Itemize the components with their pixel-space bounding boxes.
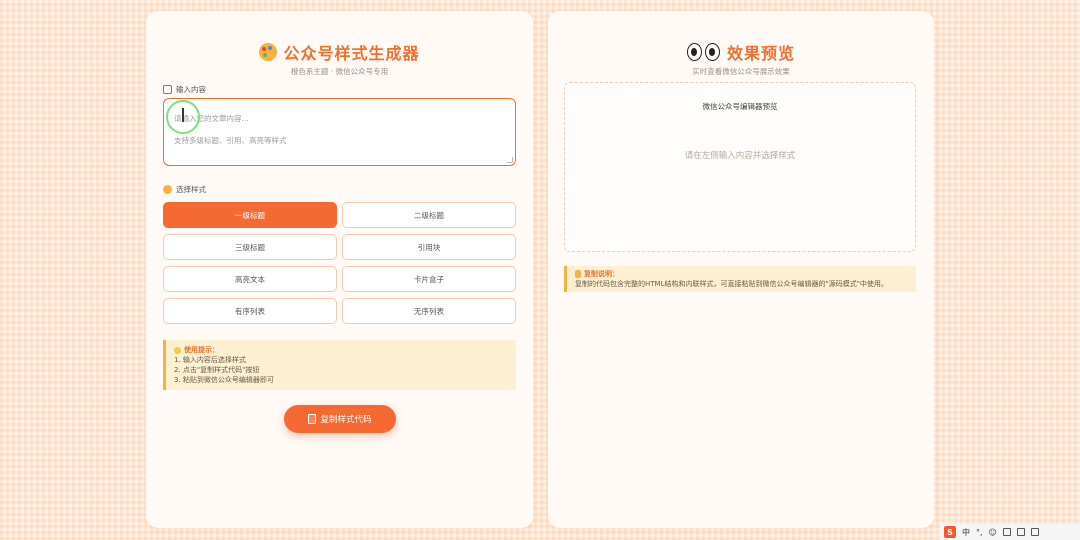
usage-tips: 使用提示： 1. 输入内容后选择样式 2. 点击"复制样式代码"按钮 3. 粘贴… (163, 340, 516, 390)
preview-area: 微信公众号编辑器预览 请在左侧输入内容并选择样式 (564, 82, 916, 252)
style-button-ordered-list[interactable]: 有序列表 (163, 298, 337, 324)
copy-code-label: 复制样式代码 (320, 415, 372, 425)
preview-header: 微信公众号编辑器预览 (702, 102, 778, 111)
style-button-highlight[interactable]: 高亮文本 (163, 266, 337, 292)
copy-info: 复制说明： 复制的代码包含完整的HTML结构和内联样式，可直接粘贴到微信公众号编… (564, 266, 916, 292)
preview-title-row: 效果预览 (548, 40, 934, 64)
info-title: 复制说明： (575, 269, 908, 279)
resize-grip-icon[interactable] (507, 157, 513, 163)
style-button-h2[interactable]: 二级标题 (342, 202, 516, 228)
system-tray: S 中 °, ☺ (940, 524, 1080, 540)
style-button-unordered-list[interactable]: 无序列表 (342, 298, 516, 324)
tips-title: 使用提示： (174, 345, 508, 355)
tip-line: 2. 点击"复制样式代码"按钮 (174, 366, 260, 374)
eye-left-icon (686, 43, 702, 61)
palette-icon (163, 185, 172, 194)
clipboard-icon (575, 270, 581, 278)
clipboard-icon (308, 414, 317, 424)
toolbox-icon[interactable] (1016, 528, 1025, 536)
style-button-card[interactable]: 卡片盒子 (342, 266, 516, 292)
generator-title-row: 公众号样式生成器 (146, 40, 533, 64)
tip-line: 1. 输入内容后选择样式 (174, 356, 246, 364)
palette-icon (259, 43, 278, 61)
placeholder-line-1: 请输入您的文章内容... (174, 114, 249, 123)
page-subtitle: 橙色系主题 · 微信公众号专用 (290, 67, 389, 76)
input-label-text: 输入内容 (176, 85, 206, 94)
content-input[interactable]: 请输入您的文章内容... 支持多级标题、引用、高亮等样式 (163, 98, 516, 166)
style-label-text: 选择样式 (176, 185, 206, 194)
style-label: 选择样式 (163, 184, 206, 195)
eyes-icon (686, 43, 721, 61)
keyboard-icon[interactable] (1002, 528, 1011, 536)
tip-line: 3. 粘贴到微信公众号编辑器即可 (174, 376, 274, 384)
style-button-h1[interactable]: 一级标题 (163, 202, 337, 228)
tips-title-text: 使用提示： (184, 346, 219, 354)
preview-hint: 请在左侧输入内容并选择样式 (684, 151, 796, 161)
eye-right-icon (704, 43, 720, 61)
grid-icon[interactable] (1030, 528, 1039, 536)
emoji-tray[interactable]: ☺ (989, 528, 997, 537)
style-button-quote[interactable]: 引用块 (342, 234, 516, 260)
memo-icon (163, 85, 172, 94)
sogou-ime-icon[interactable]: S (944, 526, 956, 538)
copy-code-button[interactable]: 复制样式代码 (284, 405, 396, 433)
style-button-h3[interactable]: 三级标题 (163, 234, 337, 260)
ime-mode[interactable]: 中 (962, 527, 970, 538)
text-cursor-icon (182, 108, 184, 122)
input-label: 输入内容 (163, 84, 206, 95)
page-title: 公众号样式生成器 (283, 44, 420, 63)
preview-subtitle: 实时查看微信公众号展示效果 (692, 67, 790, 76)
info-title-text: 复制说明： (584, 270, 619, 278)
info-text: 复制的代码包含完整的HTML结构和内联样式，可直接粘贴到微信公众号编辑器的"源码… (575, 280, 888, 288)
lightbulb-icon (174, 346, 181, 354)
punctuation-mode[interactable]: °, (976, 528, 983, 537)
placeholder-line-2: 支持多级标题、引用、高亮等样式 (174, 136, 287, 145)
preview-title: 效果预览 (726, 44, 795, 63)
